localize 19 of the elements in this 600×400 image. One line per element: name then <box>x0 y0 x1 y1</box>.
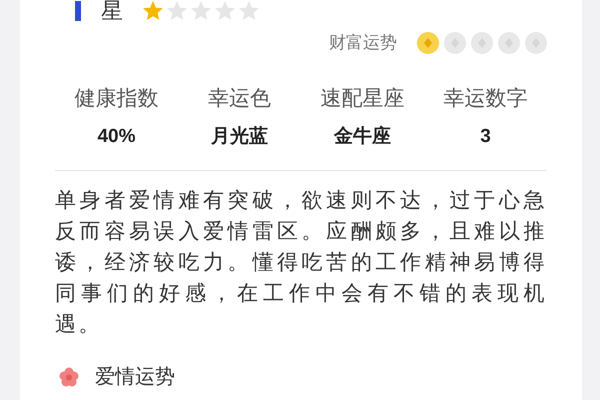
accent-bar <box>75 1 81 21</box>
flower-icon <box>59 367 79 387</box>
stat-label: 幸运色 <box>208 86 271 112</box>
coin-icon <box>525 32 547 54</box>
section-title: 爱情运势 <box>95 365 175 390</box>
coin-icon <box>471 32 493 54</box>
stat-value: 月光蓝 <box>211 125 268 149</box>
header-label: 星 <box>101 0 123 22</box>
fortune-description: 单身者爱情难有突破，欲速则不达，过于心急反而容易误入爱情雷区。应酬颇多，且难以推诿，经济较吃力。懂得吃苦的工作精神易博得同事们的好感，在工作中会有不错的表现机遇。 <box>55 188 547 338</box>
coin-icon <box>417 32 439 54</box>
stat-label: 健康指数 <box>74 86 158 112</box>
coin-icon <box>444 32 466 54</box>
stat-label: 幸运数字 <box>444 86 528 112</box>
stat-value: 3 <box>480 125 491 149</box>
coin-icon <box>498 32 520 54</box>
stat-value: 金牛座 <box>334 124 391 149</box>
stat-label: 速配星座 <box>320 86 404 112</box>
stat-value: 40% <box>97 125 136 149</box>
fortune-label: 财富运势 <box>329 32 397 54</box>
